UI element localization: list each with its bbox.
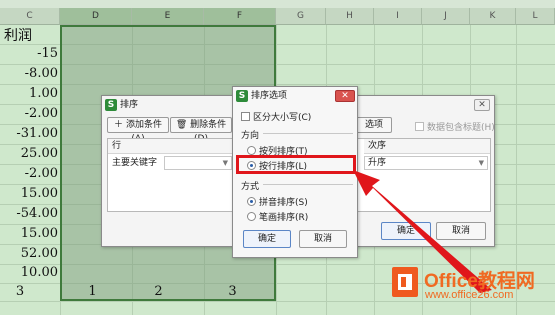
office-logo-icon xyxy=(392,267,418,297)
watermark-url: www.office26.com xyxy=(425,289,514,301)
